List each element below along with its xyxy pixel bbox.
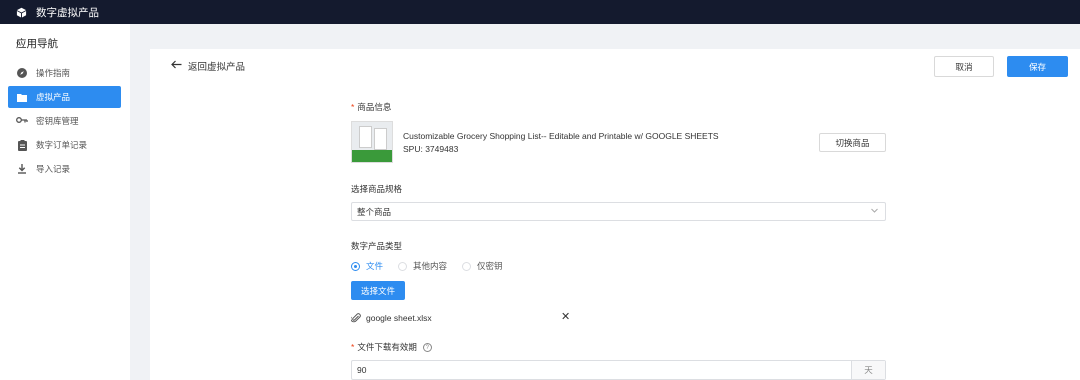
sidebar-item-import-records[interactable]: 导入记录 bbox=[8, 158, 121, 180]
radio-file[interactable]: 文件 bbox=[351, 260, 383, 272]
page-header: 返回虚拟产品 取消 保存 bbox=[150, 49, 1080, 85]
switch-product-button[interactable]: 切换商品 bbox=[819, 133, 886, 152]
product-name: Customizable Grocery Shopping List-- Edi… bbox=[403, 131, 719, 141]
product-info-label: * 商品信息 bbox=[351, 102, 392, 112]
top-bar: 数字虚拟产品 bbox=[0, 0, 1080, 24]
sidebar-item-key-library[interactable]: 密钥库管理 bbox=[8, 110, 121, 132]
sidebar: 应用导航 ‹ 操作指南 虚拟产品 密钥库管理 数字订单记录 导入记录 bbox=[0, 24, 130, 380]
back-label: 返回虚拟产品 bbox=[188, 62, 246, 73]
required-marker: * bbox=[351, 102, 355, 112]
spec-select-value: 整个商品 bbox=[357, 206, 392, 217]
radio-dot bbox=[462, 261, 472, 271]
validity-label: * 文件下载有效期? bbox=[351, 341, 432, 353]
download-icon bbox=[16, 163, 28, 175]
radio-label: 文件 bbox=[366, 261, 384, 271]
sidebar-item-virtual-products[interactable]: 虚拟产品 bbox=[8, 86, 121, 108]
radio-dot bbox=[398, 261, 408, 271]
sidebar-item-label: 导入记录 bbox=[36, 164, 71, 174]
product-spu: SPU: 3749483 bbox=[403, 144, 459, 154]
app-title: 数字虚拟产品 bbox=[36, 6, 99, 19]
arrow-left-icon bbox=[171, 60, 182, 72]
radio-label: 其他内容 bbox=[413, 261, 448, 271]
type-label: 数字产品类型 bbox=[351, 241, 403, 251]
cancel-button[interactable]: 取消 bbox=[934, 56, 994, 77]
key-icon bbox=[16, 115, 28, 127]
radio-key-only[interactable]: 仅密钥 bbox=[462, 260, 503, 272]
sidebar-item-label: 虚拟产品 bbox=[36, 92, 71, 102]
paperclip-icon bbox=[351, 313, 361, 323]
sidebar-header: 应用导航 ‹ bbox=[0, 24, 130, 62]
validity-input[interactable]: 90 天 bbox=[351, 360, 886, 380]
folder-icon bbox=[16, 91, 28, 103]
thumbnail-sheet bbox=[374, 128, 387, 150]
file-name: google sheet.xlsx bbox=[366, 313, 432, 323]
validity-unit: 天 bbox=[851, 361, 885, 379]
sidebar-item-label: 数字订单记录 bbox=[36, 140, 88, 150]
close-icon[interactable]: ✕ bbox=[561, 311, 570, 323]
main-panel: 返回虚拟产品 取消 保存 * 商品信息 Customizable Grocery … bbox=[150, 49, 1080, 380]
clipboard-icon bbox=[16, 139, 28, 151]
product-thumbnail bbox=[351, 121, 393, 163]
radio-label: 仅密钥 bbox=[477, 261, 503, 271]
radio-dot bbox=[351, 261, 360, 271]
validity-value: 90 bbox=[357, 365, 367, 375]
save-button[interactable]: 保存 bbox=[1007, 56, 1068, 77]
box-icon bbox=[16, 7, 27, 18]
spec-select[interactable]: 整个商品 bbox=[351, 202, 886, 221]
thumbnail-banner bbox=[352, 150, 392, 162]
uploaded-file: google sheet.xlsx ✕ bbox=[351, 311, 571, 325]
select-file-button[interactable]: 选择文件 bbox=[351, 281, 405, 300]
radio-other-content[interactable]: 其他内容 bbox=[398, 260, 447, 272]
back-link[interactable]: 返回虚拟产品 bbox=[171, 59, 245, 73]
sidebar-title: 应用导航 bbox=[16, 37, 58, 50]
sidebar-item-label: 操作指南 bbox=[36, 68, 71, 78]
sidebar-item-label: 密钥库管理 bbox=[36, 116, 79, 126]
help-icon[interactable]: ? bbox=[422, 343, 432, 353]
thumbnail-sheet bbox=[359, 126, 372, 148]
required-marker: * bbox=[351, 342, 355, 352]
sidebar-item-guide[interactable]: 操作指南 bbox=[8, 62, 121, 84]
chevron-down-icon bbox=[870, 206, 879, 215]
sidebar-item-digital-orders[interactable]: 数字订单记录 bbox=[8, 134, 121, 156]
spec-label: 选择商品规格 bbox=[351, 184, 403, 194]
compass-icon bbox=[16, 67, 28, 79]
type-radio-group: 文件 其他内容 仅密钥 bbox=[351, 260, 518, 272]
